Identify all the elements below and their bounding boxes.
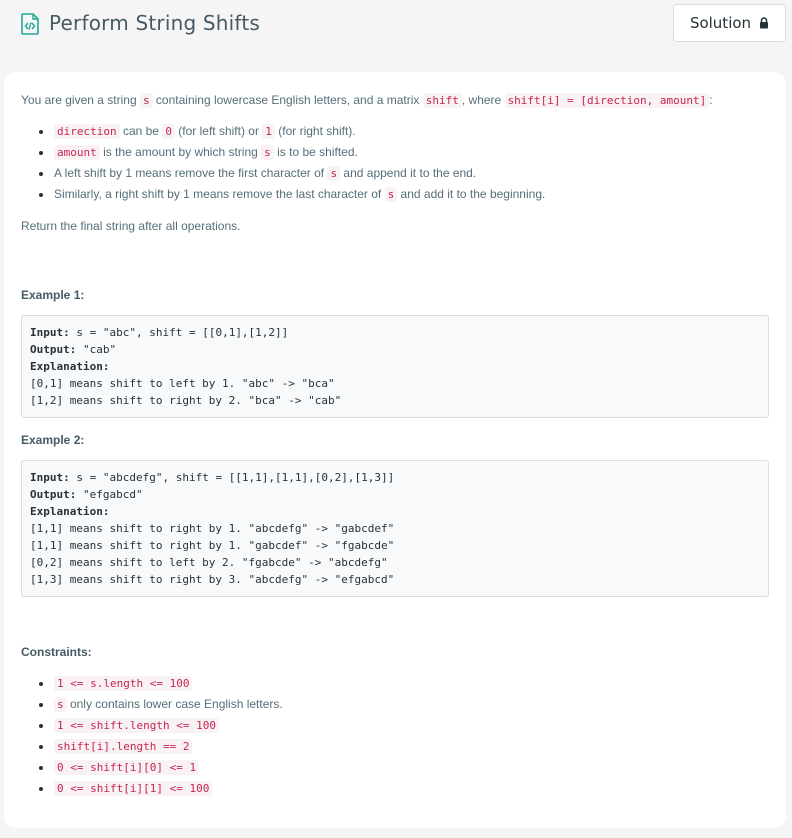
- inline-code: s: [261, 145, 274, 160]
- list-text: A left shift by 1 means remove the first…: [54, 166, 328, 180]
- list-item: 1 <= shift.length <= 100: [21, 715, 769, 736]
- example-1-block: Input: s = "abc", shift = [[0,1],[1,2]] …: [21, 315, 769, 418]
- list-text: is the amount by which string: [99, 145, 262, 159]
- document-code-icon: [21, 13, 39, 35]
- intro-text: :: [709, 93, 713, 107]
- return-paragraph: Return the final string after all operat…: [21, 219, 241, 233]
- explanation-line: [0,2] means shift to left by 2. "fgabcde…: [30, 556, 388, 569]
- intro-text: You are given a string: [21, 93, 140, 107]
- list-item: direction can be 0 (for left shift) or 1…: [21, 121, 769, 142]
- inline-code: direction: [54, 124, 120, 139]
- solution-button[interactable]: Solution: [673, 4, 786, 42]
- constraints-heading: Constraints:: [21, 645, 92, 659]
- list-text: and add it to the beginning.: [397, 187, 546, 201]
- inline-code: shift[i] = [direction, amount]: [504, 93, 710, 108]
- constraints-list: 1 <= s.length <= 100 s only contains low…: [21, 673, 769, 799]
- list-item: 0 <= shift[i][1] <= 100: [21, 778, 769, 799]
- output-label: Output:: [30, 343, 77, 356]
- list-text: and append it to the end.: [340, 166, 477, 180]
- input-value: s = "abc", shift = [[0,1],[1,2]]: [69, 326, 289, 339]
- input-label: Input:: [30, 471, 70, 484]
- explanation-line: [1,1] means shift to right by 1. "gabcde…: [30, 539, 395, 552]
- list-item: 0 <= shift[i][0] <= 1: [21, 757, 769, 778]
- list-item: shift[i].length == 2: [21, 736, 769, 757]
- explanation-label: Explanation:: [30, 505, 110, 518]
- list-item: Similarly, a right shift by 1 means remo…: [21, 184, 769, 205]
- example-1-heading: Example 1:: [21, 288, 85, 302]
- explanation-line: [1,2] means shift to right by 2. "bca" -…: [30, 394, 342, 407]
- input-label: Input:: [30, 326, 70, 339]
- explanation-line: [0,1] means shift to left by 1. "abc" ->…: [30, 377, 335, 390]
- solution-button-label: Solution: [689, 14, 752, 32]
- problem-description: You are given a string s containing lowe…: [21, 90, 769, 799]
- explanation-line: [1,1] means shift to right by 1. "abcdef…: [30, 522, 395, 535]
- inline-code: 0 <= shift[i][0] <= 1: [54, 760, 200, 775]
- explanation-label: Explanation:: [30, 360, 110, 373]
- description-card: You are given a string s containing lowe…: [4, 72, 786, 828]
- list-text: Similarly, a right shift by 1 means remo…: [54, 187, 385, 201]
- list-text: can be: [119, 124, 163, 138]
- page-title: Perform String Shifts: [49, 11, 260, 35]
- inline-code: 0: [162, 124, 175, 139]
- inline-code: s: [384, 187, 398, 202]
- inline-code: s: [139, 93, 153, 108]
- inline-code: 1 <= shift.length <= 100: [54, 718, 219, 733]
- lock-icon: [760, 17, 769, 29]
- intro-text: containing lowercase English letters, an…: [152, 93, 423, 107]
- example-2-block: Input: s = "abcdefg", shift = [[1,1],[1,…: [21, 460, 769, 597]
- list-text: (for left shift) or: [174, 124, 263, 138]
- inline-code: shift: [422, 93, 462, 108]
- explanation-line: [1,3] means shift to right by 3. "abcdef…: [30, 573, 395, 586]
- intro-paragraph: You are given a string s containing lowe…: [21, 90, 769, 111]
- rules-list: direction can be 0 (for left shift) or 1…: [21, 121, 769, 205]
- inline-code: 1: [262, 124, 275, 139]
- intro-text: , where: [461, 93, 505, 107]
- list-item: A left shift by 1 means remove the first…: [21, 163, 769, 184]
- problem-header: Perform String Shifts Solution: [0, 0, 792, 60]
- inline-code: s: [327, 166, 341, 181]
- list-item: amount is the amount by which string s i…: [21, 142, 769, 163]
- list-text: only contains lower case English letters…: [66, 697, 283, 711]
- inline-code: amount: [54, 145, 100, 160]
- output-label: Output:: [30, 488, 77, 501]
- inline-code: s: [54, 697, 67, 712]
- input-value: s = "abcdefg", shift = [[1,1],[1,1],[0,2…: [69, 471, 395, 484]
- list-text: (for right shift).: [274, 124, 356, 138]
- list-item: 1 <= s.length <= 100: [21, 673, 769, 694]
- output-value: "cab": [76, 343, 117, 356]
- inline-code: 1 <= s.length <= 100: [54, 676, 193, 691]
- inline-code: 0 <= shift[i][1] <= 100: [54, 781, 213, 796]
- list-text: is to be shifted.: [273, 145, 358, 159]
- list-item: s only contains lower case English lette…: [21, 694, 769, 715]
- inline-code: shift[i].length == 2: [54, 739, 193, 754]
- example-2-heading: Example 2:: [21, 433, 85, 447]
- output-value: "efgabcd": [76, 488, 143, 501]
